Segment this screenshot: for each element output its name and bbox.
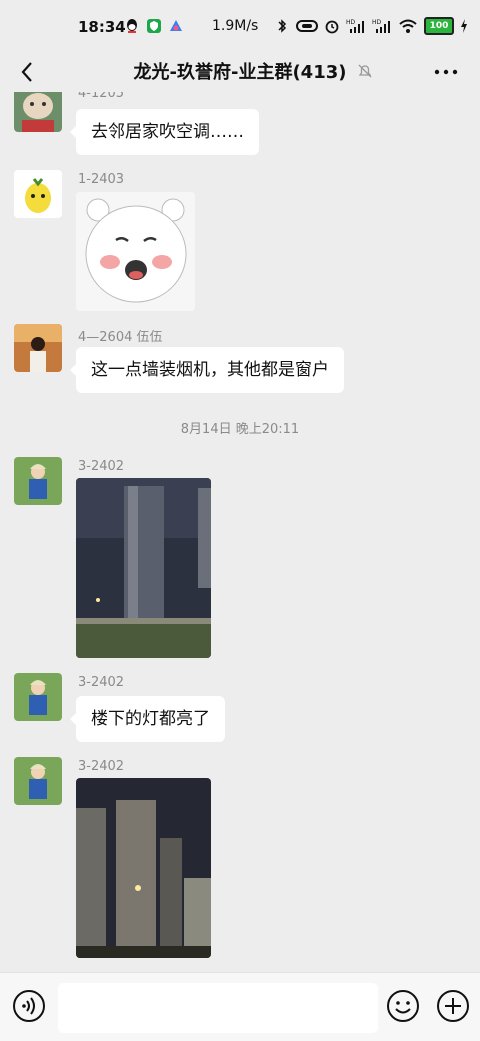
network-speed: 1.9M/s xyxy=(212,18,259,34)
wifi-icon xyxy=(399,19,417,33)
night-tower-image xyxy=(76,478,211,658)
status-bar: 18:34 1.9M/s HD HD 100 xyxy=(0,0,480,52)
hd-signal-icon-2: HD xyxy=(372,19,390,33)
laughing-bear-sticker xyxy=(76,192,195,311)
mute-bell-icon xyxy=(358,64,372,78)
notification-icons xyxy=(124,18,184,34)
message-bubble[interactable]: 这一点墙装烟机，其他都是窗户 xyxy=(70,347,344,393)
avatar[interactable] xyxy=(14,92,62,132)
svg-text:HD: HD xyxy=(372,19,382,26)
group-title: 龙光-玖誉府-业主群(413) xyxy=(133,62,347,83)
photo-message[interactable] xyxy=(76,478,211,658)
message-input[interactable] xyxy=(58,983,378,1033)
person-photo-avatar xyxy=(14,324,62,372)
assistant-icon xyxy=(170,20,182,31)
hd-signal-icon: HD xyxy=(346,19,364,33)
pet-photo-avatar xyxy=(14,92,62,132)
system-icons: HD HD 100 xyxy=(274,17,468,35)
sender-name: 3-2402 xyxy=(78,459,125,474)
girl-photo-avatar xyxy=(14,457,62,505)
clock: 18:34 xyxy=(78,18,126,36)
emoji-icon[interactable] xyxy=(386,989,420,1023)
sender-name: 3-2402 xyxy=(78,675,125,690)
plus-icon[interactable] xyxy=(436,989,470,1023)
avatar[interactable] xyxy=(14,324,62,372)
sender-name: 1-2403 xyxy=(78,172,125,187)
svg-text:HD: HD xyxy=(346,19,356,26)
message-list[interactable]: 4-1205 去邻居家吹空调…… 1-2403 4—2604 伍伍 这一点墙装烟… xyxy=(0,92,480,972)
avatar[interactable] xyxy=(14,757,62,805)
time-divider: 8月14日 晚上20:11 xyxy=(180,422,300,437)
night-towers-lit-image xyxy=(76,778,211,958)
avatar[interactable] xyxy=(14,170,62,218)
input-bar xyxy=(0,972,480,1041)
sender-name: 3-2402 xyxy=(78,759,125,774)
message-bubble[interactable]: 楼下的灯都亮了 xyxy=(70,696,225,742)
chat-header: 龙光-玖誉府-业主群(413) xyxy=(0,52,480,92)
avatar[interactable] xyxy=(14,673,62,721)
qq-icon xyxy=(127,19,137,33)
girl-photo-avatar xyxy=(14,673,62,721)
avatar[interactable] xyxy=(14,457,62,505)
photo-message[interactable] xyxy=(76,778,211,958)
sender-name: 4-1205 xyxy=(78,92,125,101)
link-icon xyxy=(296,20,318,32)
message-bubble[interactable]: 去邻居家吹空调…… xyxy=(70,109,259,155)
battery-icon: 100 xyxy=(424,17,454,35)
voice-icon[interactable] xyxy=(12,989,46,1023)
sender-name: 4—2604 伍伍 xyxy=(78,330,163,345)
alarm-icon xyxy=(325,20,339,34)
shield-icon xyxy=(147,19,161,33)
yellow-character-avatar xyxy=(14,170,62,218)
girl-photo-avatar xyxy=(14,757,62,805)
sticker-image[interactable] xyxy=(76,192,195,311)
more-icon[interactable] xyxy=(432,58,460,86)
bluetooth-icon xyxy=(278,19,287,33)
charging-icon xyxy=(461,19,467,33)
